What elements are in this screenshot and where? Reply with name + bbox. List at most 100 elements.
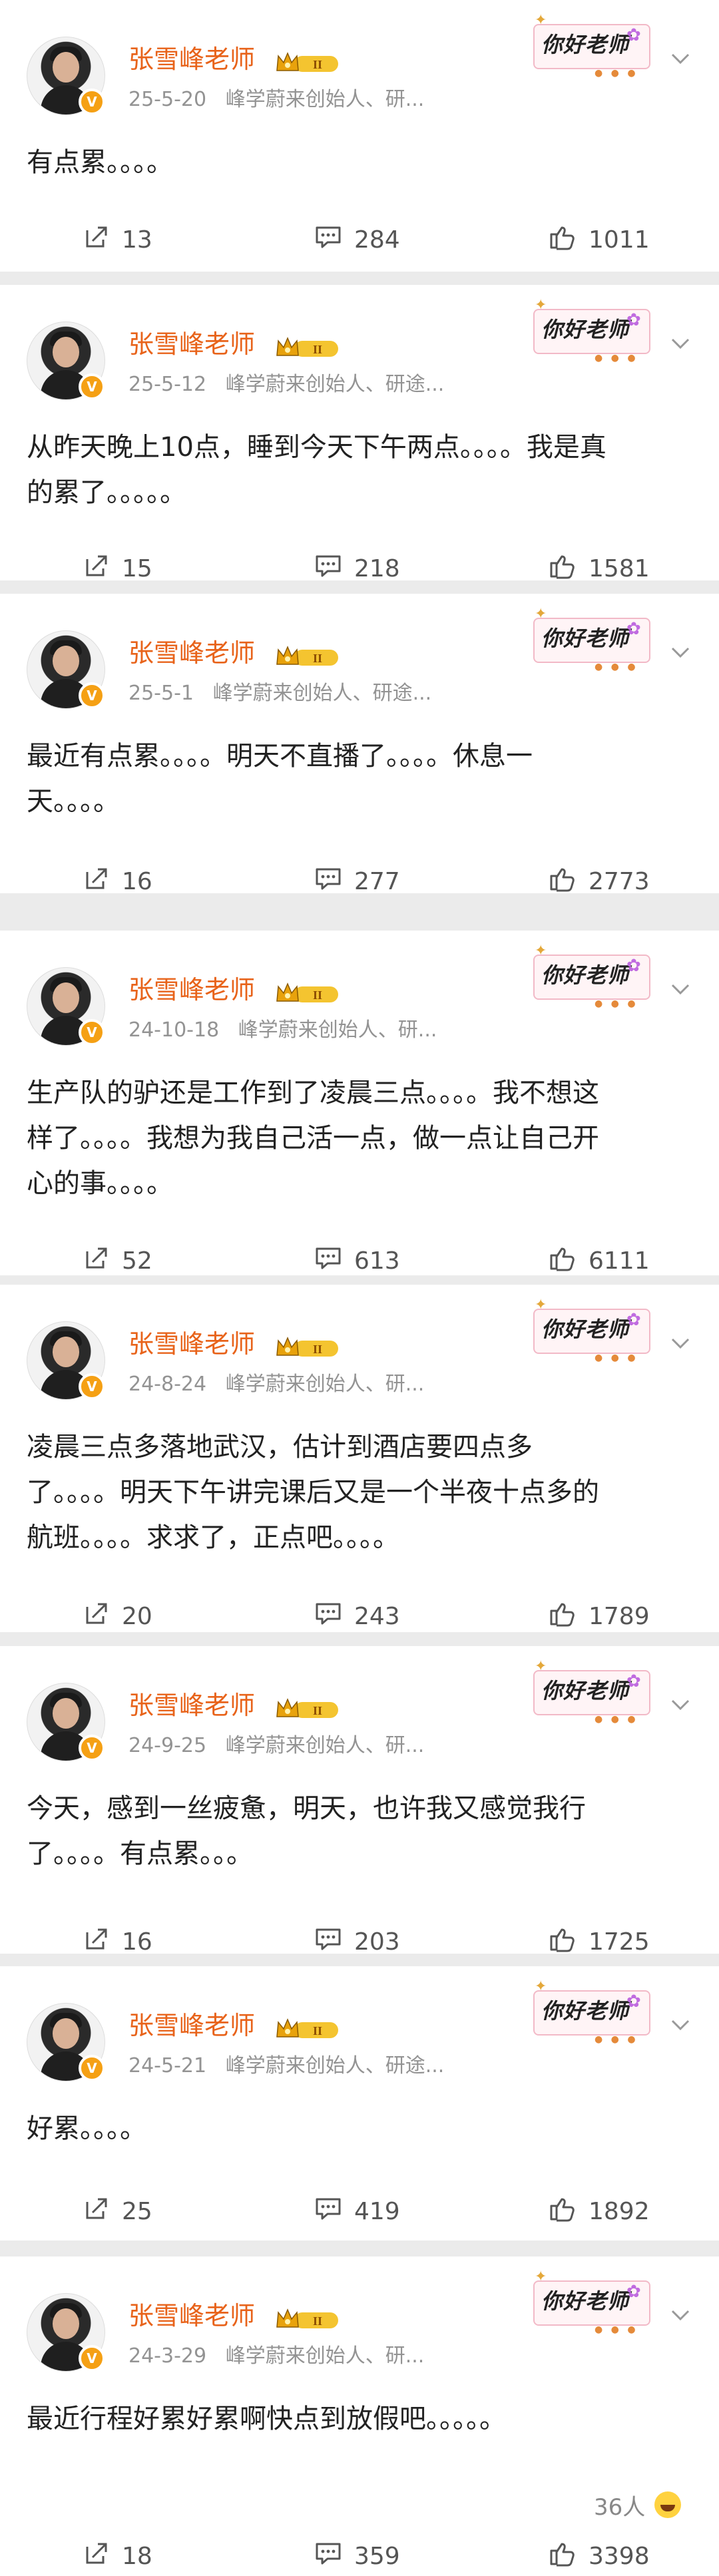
like-button[interactable]: 1892 [549, 2191, 650, 2231]
crown-rank-badge-icon[interactable]: II [274, 49, 341, 76]
post-content-line: 今天，感到一丝疲惫，明天，也许我又感觉我行 [27, 1793, 586, 1824]
like-button[interactable]: 2773 [549, 861, 650, 893]
verified-badge-icon: V [79, 682, 105, 709]
weibo-post-card[interactable]: V 张雪峰老师 II 24-8-24 峰学蔚来创始人、研... ✦ 你好老师 ✿ ● ● ● 凌… [0, 1285, 719, 1632]
author-name[interactable]: 张雪峰老师 [128, 1690, 255, 1721]
post-content[interactable]: 最近有点累。。。。明天不直播了。。。。休息一 天。。。。 [27, 734, 692, 824]
repost-button[interactable]: 16 [83, 1922, 152, 1954]
sticker-image: ✦ 你好老师 ✿ ● ● ● [528, 1658, 654, 1725]
post-date: 24-5-21 [128, 2054, 207, 2077]
author-name[interactable]: 张雪峰老师 [128, 638, 255, 668]
post-content-line: 了。。。。有点累。。。 [27, 1838, 253, 1869]
comment-button[interactable]: 218 [314, 548, 400, 580]
author-name[interactable]: 张雪峰老师 [128, 2300, 255, 2331]
author-name[interactable]: 张雪峰老师 [128, 44, 255, 75]
post-meta: 25-5-1 峰学蔚来创始人、研途... [128, 682, 431, 706]
weibo-post-card[interactable]: V 张雪峰老师 II 24-9-25 峰学蔚来创始人、研... ✦ 你好老师 ✿ ● ● ● 今… [0, 1646, 719, 1954]
crown-rank-badge-icon[interactable]: II [274, 2016, 341, 2042]
post-content[interactable]: 有点累。。。。 [27, 140, 692, 185]
crown-rank-badge-icon[interactable]: II [274, 2306, 341, 2332]
comment-button[interactable]: 284 [314, 220, 400, 260]
action-bar: 20 243 1789 [0, 1596, 719, 1632]
weibo-post-card[interactable]: V 张雪峰老师 II 24-5-21 峰学蔚来创始人、研途... ✦ 你好老师 ✿ ● ● ●… [0, 1966, 719, 2241]
svg-text:II: II [313, 2024, 322, 2038]
author-name[interactable]: 张雪峰老师 [128, 1329, 255, 1359]
weibo-post-card[interactable]: V 张雪峰老师 II 25-5-20 峰学蔚来创始人、研... ✦ 你好老师 ✿ ● ● ● 有… [0, 0, 719, 272]
like-button[interactable]: 1789 [549, 1596, 650, 1632]
sticker-image: ✦ 你好老师 ✿ ● ● ● [528, 606, 654, 672]
chevron-down-icon[interactable] [668, 331, 692, 355]
author-name[interactable]: 张雪峰老师 [128, 329, 255, 359]
post-content[interactable]: 今天，感到一丝疲惫，明天，也许我又感觉我行 了。。。。有点累。。。 [27, 1786, 692, 1876]
svg-text:II: II [313, 652, 322, 665]
repost-button[interactable]: 20 [83, 1596, 152, 1632]
comment-icon [314, 1245, 354, 1276]
crown-rank-badge-icon[interactable]: II [274, 1334, 341, 1361]
weibo-post-card[interactable]: V 张雪峰老师 II 25-5-12 峰学蔚来创始人、研途... ✦ 你好老师 ✿ ● ● ●… [0, 285, 719, 580]
weibo-post-card[interactable]: V 张雪峰老师 II 24-10-18 峰学蔚来创始人、研... ✦ 你好老师 ✿ ● ● ●… [0, 931, 719, 1275]
chevron-down-icon[interactable] [668, 1693, 692, 1717]
post-content-line: 天。。。。 [27, 786, 120, 817]
comment-button[interactable]: 359 [314, 2536, 400, 2576]
chevron-down-icon[interactable] [668, 1331, 692, 1355]
reaction-summary[interactable]: 36人 [594, 2488, 694, 2521]
reaction-count: 36人 [594, 2493, 646, 2521]
comment-button[interactable]: 243 [314, 1596, 400, 1632]
comment-count: 203 [354, 1928, 400, 1954]
post-meta: 25-5-20 峰学蔚来创始人、研... [128, 88, 424, 112]
repost-count: 25 [122, 2197, 152, 2225]
sticker-image: ✦ 你好老师 ✿ ● ● ● [528, 297, 654, 363]
comment-count: 284 [354, 226, 400, 254]
verified-badge-icon: V [79, 2345, 105, 2372]
like-icon [549, 1600, 589, 1633]
like-button[interactable]: 6111 [549, 1241, 650, 1275]
chevron-down-icon[interactable] [668, 640, 692, 664]
post-content[interactable]: 从昨天晚上10点，睡到今天下午两点。。。。我是真 的累了。。。。。 [27, 425, 692, 515]
repost-button[interactable]: 13 [83, 220, 152, 260]
like-count: 1011 [589, 226, 650, 254]
post-content-line: 心的事。。。。 [27, 1168, 173, 1199]
author-name[interactable]: 张雪峰老师 [128, 974, 255, 1005]
weibo-post-card[interactable]: V 张雪峰老师 II 24-3-29 峰学蔚来创始人、研... ✦ 你好老师 ✿ ● ● ● 最… [0, 2256, 719, 2576]
comment-button[interactable]: 419 [314, 2191, 400, 2231]
author-name[interactable]: 张雪峰老师 [128, 2010, 255, 2041]
post-content[interactable]: 生产队的驴还是工作到了凌晨三点。。。。我不想这 样了。。。。我想为我自己活一点，做… [27, 1070, 692, 1206]
post-source: 峰学蔚来创始人、研... [225, 1373, 425, 1396]
like-count: 3398 [589, 2542, 650, 2570]
weibo-post-card[interactable]: V 张雪峰老师 II 25-5-1 峰学蔚来创始人、研途... ✦ 你好老师 ✿ ● ● ● 最… [0, 594, 719, 893]
repost-button[interactable]: 25 [83, 2191, 152, 2231]
repost-button[interactable]: 18 [83, 2536, 152, 2576]
chevron-down-icon[interactable] [668, 47, 692, 71]
repost-button[interactable]: 15 [83, 548, 152, 580]
svg-text:II: II [313, 343, 322, 356]
repost-button[interactable]: 16 [83, 861, 152, 893]
like-button[interactable]: 1725 [549, 1922, 650, 1954]
chevron-down-icon[interactable] [668, 2013, 692, 2037]
verified-badge-icon: V [79, 89, 105, 115]
post-content-line: 的累了。。。。。 [27, 477, 186, 508]
post-content[interactable]: 凌晨三点多落地武汉，估计到酒店要四点多 了。。。。明天下午讲完课后又是一个半夜十点… [27, 1424, 692, 1560]
like-button[interactable]: 1581 [549, 548, 650, 580]
post-content[interactable]: 最近行程好累好累啊快点到放假吧。。。。。 [27, 2396, 692, 2442]
post-content-line: 航班。。。。求求了，正点吧。。。。 [27, 1522, 399, 1553]
comment-button[interactable]: 277 [314, 861, 400, 893]
laugh-emoji-icon [654, 2491, 682, 2518]
repost-button[interactable]: 52 [83, 1241, 152, 1275]
post-content-line: 好累。。。。 [27, 2113, 146, 2144]
comment-button[interactable]: 613 [314, 1241, 400, 1275]
crown-rank-badge-icon[interactable]: II [274, 1695, 341, 1722]
like-count: 6111 [589, 1247, 650, 1275]
crown-rank-badge-icon[interactable]: II [274, 980, 341, 1006]
repost-icon [83, 1926, 122, 1954]
comment-button[interactable]: 203 [314, 1922, 400, 1954]
post-content[interactable]: 好累。。。。 [27, 2106, 692, 2151]
crown-rank-badge-icon[interactable]: II [274, 643, 341, 670]
sticker-text: 你好老师 [541, 1317, 630, 1342]
chevron-down-icon[interactable] [668, 977, 692, 1001]
crown-rank-badge-icon[interactable]: II [274, 334, 341, 361]
comment-count: 613 [354, 1247, 400, 1275]
chevron-down-icon[interactable] [668, 2303, 692, 2327]
like-button[interactable]: 3398 [549, 2536, 650, 2576]
like-button[interactable]: 1011 [549, 220, 650, 260]
post-source: 峰学蔚来创始人、研... [225, 1734, 425, 1757]
